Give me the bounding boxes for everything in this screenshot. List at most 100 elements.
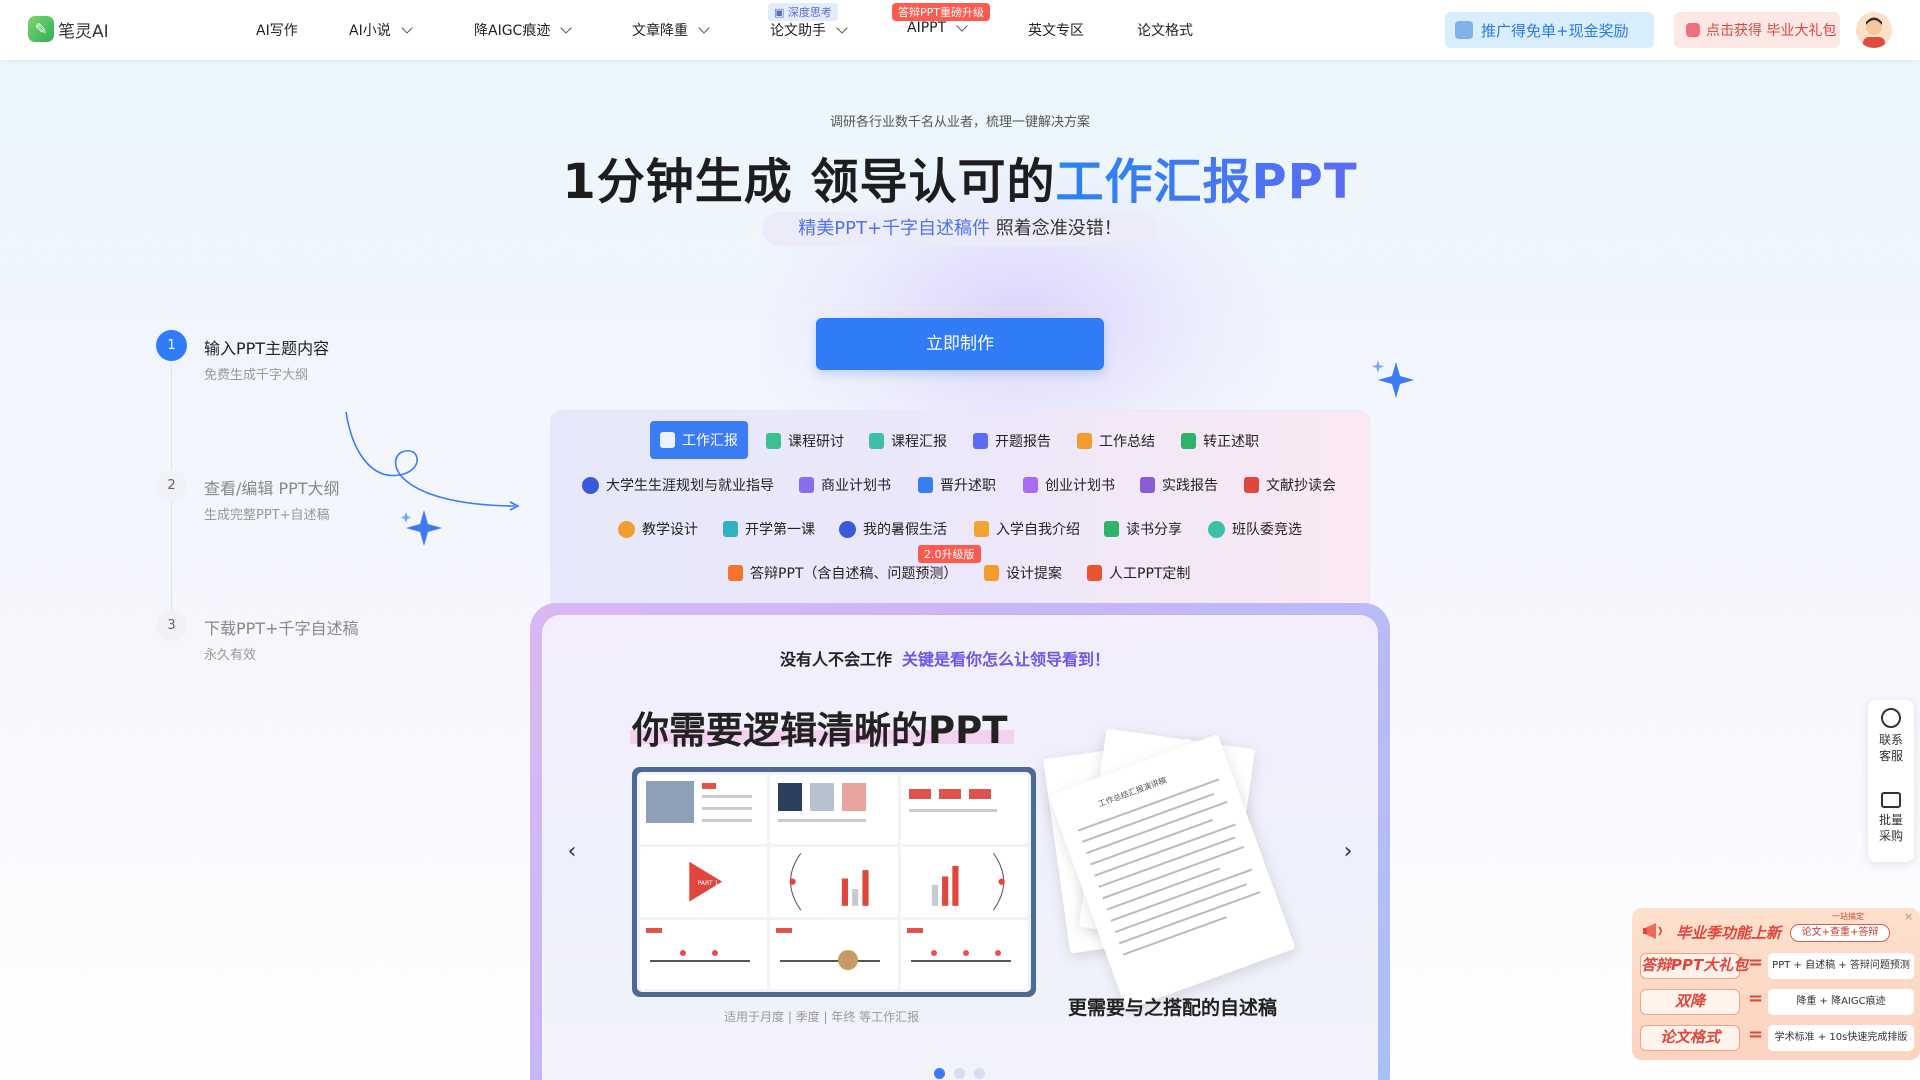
category-label: 班队委竞选 xyxy=(1232,522,1302,538)
nav-ai-writing[interactable]: AI写作 xyxy=(256,20,298,40)
plan-icon xyxy=(1023,477,1038,493)
promo-card-pill: 论文+查重+答辩 xyxy=(1790,924,1890,942)
graduation-gift-button[interactable]: 点击获得 毕业大礼包 xyxy=(1674,12,1840,48)
graduation-season-promo-card[interactable]: 毕业季功能上新 一站搞定 论文+查重+答辩 × 答辩PPT大礼包 = PPT +… xyxy=(1632,908,1920,1060)
speech-draft-caption: 更需要与之搭配的自述稿 xyxy=(1068,997,1278,1019)
promo-card-title: 毕业季功能上新 xyxy=(1676,924,1782,942)
brand-logo[interactable]: ✎ 笔灵AI xyxy=(28,16,109,42)
category-practice-report[interactable]: 实践报告 xyxy=(1140,466,1218,504)
bulk-purchase-label: 批量 采购 xyxy=(1878,813,1903,843)
gift-box-icon xyxy=(1455,21,1473,39)
step-3-title: 下载PPT+千字自述稿 xyxy=(204,619,359,638)
category-custom-ppt[interactable]: 人工PPT定制 xyxy=(1087,554,1190,592)
summary-icon xyxy=(1077,433,1092,449)
review-icon xyxy=(1181,433,1196,449)
bulk-purchase-button[interactable]: 批量 采购 xyxy=(1868,792,1914,844)
category-label: 工作汇报 xyxy=(682,433,738,449)
category-label: 人工PPT定制 xyxy=(1109,566,1191,582)
category-promotion-review[interactable]: 晋升述职 xyxy=(918,466,996,504)
arc-chart-slide xyxy=(789,853,869,911)
step-1-description: 免费生成千字大纲 xyxy=(204,368,309,383)
referral-promo-button[interactable]: 推广得免单+现金奖励 xyxy=(1445,12,1654,48)
part-one-cover: PART 1 xyxy=(689,862,723,902)
category-business-plan[interactable]: 商业计划书 xyxy=(799,466,891,504)
category-label: 答辩PPT（含自述稿、问题预测） xyxy=(750,566,958,582)
category-course-seminar[interactable]: 课程研讨 xyxy=(766,422,844,460)
chevron-down-icon xyxy=(560,21,573,34)
course-icon xyxy=(766,433,781,449)
slide-thumbnail xyxy=(770,919,898,989)
carousel-dot[interactable] xyxy=(954,1068,965,1079)
nav-label: AI写作 xyxy=(256,23,298,39)
category-label: 入学自我介绍 xyxy=(996,522,1080,538)
referral-promo-label: 推广得免单+现金奖励 xyxy=(1481,21,1629,40)
contact-support-button[interactable]: 联系 客服 xyxy=(1868,708,1914,764)
nav-label: 论文助手 xyxy=(770,23,826,39)
nav-label: 文章降重 xyxy=(632,23,688,39)
slide-thumbnail xyxy=(640,919,768,989)
side-floating-toolbar: 联系 客服 批量 采购 xyxy=(1868,700,1914,862)
category-label: 创业计划书 xyxy=(1045,478,1115,494)
top-navbar: ✎ 笔灵AI AI写作 AI小说 降AIGC痕迹 文章降重 ▣ 深度思考 论文助… xyxy=(0,0,1920,60)
megaphone-icon xyxy=(1643,923,1662,939)
slide-thumbnail xyxy=(900,775,1028,845)
category-design-proposal[interactable]: 设计提案 xyxy=(984,554,1062,592)
promo-row-value: 降重 + 降AIGC痕迹 xyxy=(1768,989,1914,1015)
book-icon xyxy=(1104,521,1119,537)
category-course-report[interactable]: 课程汇报 xyxy=(869,422,947,460)
step-3-number: 3 xyxy=(156,610,187,641)
category-label: 晋升述职 xyxy=(940,478,996,494)
graduation-gift-label: 点击获得 毕业大礼包 xyxy=(1706,23,1837,39)
nav-english-zone[interactable]: 英文专区 xyxy=(1028,20,1084,40)
close-icon[interactable]: × xyxy=(1904,910,1913,923)
briefcase-icon xyxy=(799,477,814,493)
slide-thumbnail xyxy=(640,775,768,845)
category-teaching-design[interactable]: 教学设计 xyxy=(618,510,698,548)
nav-reduce-aigc[interactable]: 降AIGC痕迹 xyxy=(474,20,573,40)
category-self-introduction[interactable]: 入学自我介绍 xyxy=(974,510,1080,548)
briefcase-icon xyxy=(1881,792,1901,808)
category-proposal-report[interactable]: 开题报告 xyxy=(973,422,1051,460)
category-literature-reading[interactable]: 文献抄读会 xyxy=(1244,466,1336,504)
contact-support-label: 联系 客服 xyxy=(1878,733,1903,763)
category-probation-review[interactable]: 转正述职 xyxy=(1181,422,1259,460)
chart-icon xyxy=(918,477,933,493)
chevron-down-icon xyxy=(698,21,710,34)
user-avatar[interactable] xyxy=(1856,12,1892,48)
carousel-dot[interactable] xyxy=(974,1068,985,1079)
category-work-report[interactable]: 工作汇报 xyxy=(650,421,748,459)
hero-subtitle: 调研各行业数千名从业者，梳理一键解决方案 xyxy=(829,115,1090,130)
category-class-committee[interactable]: 班队委竞选 xyxy=(1208,510,1302,548)
category-startup-plan[interactable]: 创业计划书 xyxy=(1023,466,1115,504)
tagline-plain: 照着念准没错！ xyxy=(990,218,1122,239)
start-creating-button[interactable]: 立即制作 xyxy=(816,318,1104,370)
category-first-class[interactable]: 开学第一课 xyxy=(723,510,815,548)
nav-ai-novel[interactable]: AI小说 xyxy=(349,20,413,40)
carousel-next-button[interactable]: › xyxy=(1336,840,1360,864)
carousel-prev-button[interactable]: ‹ xyxy=(560,840,584,864)
hero-title-highlight: 工作汇报PPT xyxy=(1055,154,1358,210)
equals-icon: = xyxy=(1748,952,1764,973)
category-career-planning[interactable]: 大学生生涯规划与就业指导 xyxy=(582,466,774,504)
proposal-icon xyxy=(973,433,988,449)
design-icon xyxy=(984,565,999,581)
category-label: 课程汇报 xyxy=(891,434,947,450)
category-summer-life[interactable]: 我的暑假生活 xyxy=(839,510,947,548)
nav-article-rewrite[interactable]: 文章降重 xyxy=(632,20,710,40)
nav-label: AIPPT xyxy=(907,20,947,36)
nav-thesis-assistant[interactable]: 论文助手 xyxy=(770,20,848,40)
category-work-summary[interactable]: 工作总结 xyxy=(1077,422,1155,460)
carousel-dot[interactable] xyxy=(934,1068,945,1079)
category-label: 我的暑假生活 xyxy=(863,522,947,538)
category-defense-ppt[interactable]: 答辩PPT（含自述稿、问题预测） xyxy=(728,554,957,592)
promo-row-label: 双降 xyxy=(1640,989,1740,1015)
promo-row-value: PPT + 自述稿 + 答辩问题预测 xyxy=(1768,953,1914,979)
category-book-sharing[interactable]: 读书分享 xyxy=(1104,510,1182,548)
blackboard-icon xyxy=(723,521,738,537)
nav-aippt[interactable]: AIPPT xyxy=(907,19,968,36)
chevron-down-icon xyxy=(956,19,968,32)
nav-thesis-format[interactable]: 论文格式 xyxy=(1137,20,1193,40)
equals-icon: = xyxy=(1748,1024,1764,1045)
slide-part-label: PART 1 xyxy=(698,880,719,887)
badge-icon: ▣ xyxy=(774,6,788,19)
